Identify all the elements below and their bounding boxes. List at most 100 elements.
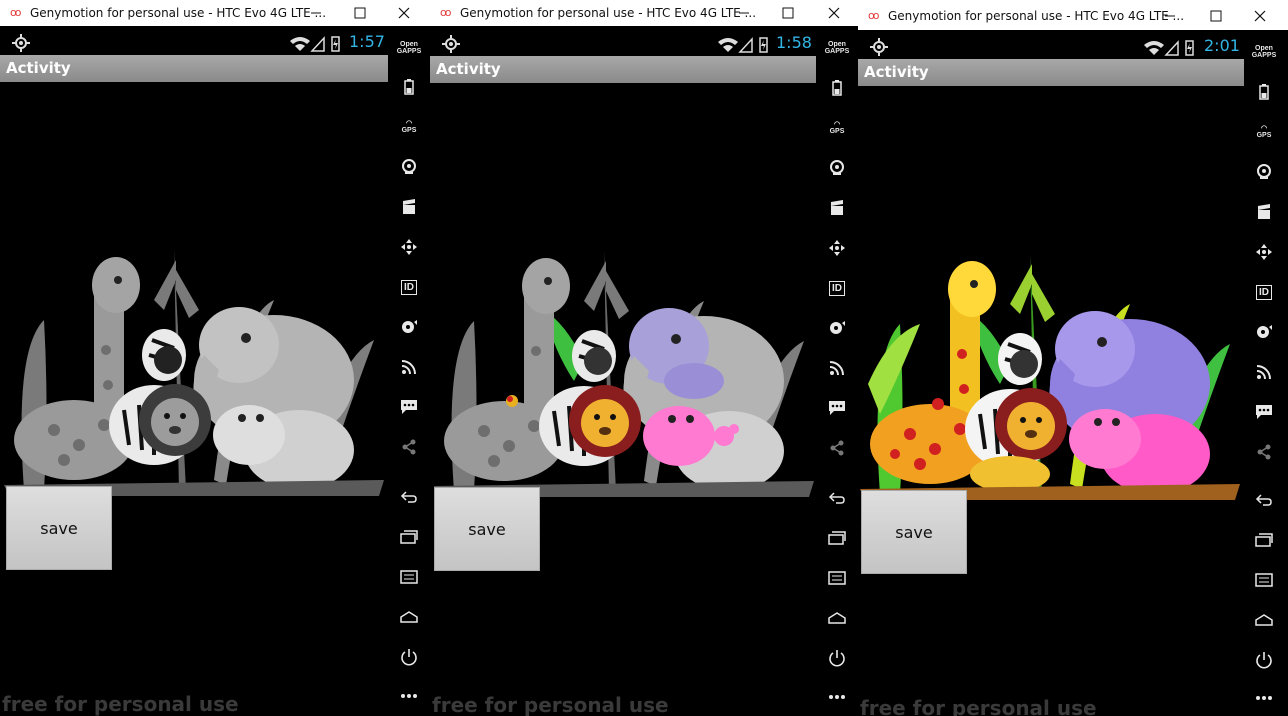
device-id-icon[interactable]: ID <box>389 275 429 299</box>
close-button[interactable] <box>812 0 856 26</box>
more-icon[interactable] <box>1244 686 1284 710</box>
emulator-window-1: oo Genymotion for personal use - HTC Evo… <box>0 0 430 716</box>
media-clapper-icon[interactable] <box>1244 200 1284 224</box>
camera-icon[interactable] <box>389 155 429 179</box>
recent-apps-icon[interactable] <box>389 525 429 549</box>
action-bar-title: Activity <box>864 63 929 81</box>
lion <box>139 384 211 456</box>
device-id-icon[interactable]: ID <box>817 276 857 300</box>
gps-icon[interactable]: ◠ GPS <box>1244 120 1284 144</box>
emulator-window-2: oo Genymotion for personal use - HTC Evo… <box>430 0 858 716</box>
action-bar: Activity <box>858 59 1244 86</box>
recent-apps-icon[interactable] <box>817 526 857 550</box>
save-button[interactable]: save <box>434 487 540 571</box>
minimize-button[interactable] <box>294 0 338 26</box>
media-clapper-icon[interactable] <box>389 195 429 219</box>
disk-io-icon[interactable] <box>389 315 429 339</box>
maximize-button[interactable] <box>1194 3 1238 29</box>
status-clock: 1:58 <box>776 33 812 52</box>
network-rss-icon[interactable] <box>389 355 429 379</box>
animal-illustration-image <box>4 250 384 496</box>
wifi-signal-battery-icon <box>716 35 772 58</box>
android-status-bar: 2:01 <box>858 32 1246 60</box>
dpad-move-icon[interactable] <box>817 236 857 260</box>
recent-apps-icon[interactable] <box>1244 528 1284 552</box>
close-button[interactable] <box>1238 3 1282 29</box>
more-icon[interactable] <box>389 684 429 708</box>
watermark-text: free for personal use <box>2 692 239 716</box>
save-button[interactable]: save <box>6 486 112 570</box>
power-icon[interactable] <box>389 645 429 669</box>
save-button[interactable]: save <box>861 490 967 574</box>
menu-icon[interactable] <box>389 565 429 589</box>
emulator-window-3: oo Genymotion for personal use - HTC Evo… <box>858 0 1288 716</box>
status-clock: 2:01 <box>1204 36 1240 55</box>
power-icon[interactable] <box>1244 648 1284 672</box>
gps-icon[interactable]: ◠ GPS <box>817 116 857 140</box>
network-rss-icon[interactable] <box>817 356 857 380</box>
gps-icon[interactable]: ◠ GPS <box>389 115 429 139</box>
maximize-button[interactable] <box>338 0 382 26</box>
action-bar-title: Activity <box>6 59 71 77</box>
genymotion-logo-icon: oo <box>868 9 880 22</box>
android-status-bar: 1:58 <box>430 29 818 57</box>
window-title-bar[interactable]: oo Genymotion for personal use - HTC Evo… <box>0 0 430 26</box>
menu-icon[interactable] <box>817 566 857 590</box>
window-title-bar[interactable]: oo Genymotion for personal use - HTC Evo… <box>858 0 1288 30</box>
watermark-text: free for personal use <box>432 693 669 716</box>
genymotion-logo-icon: oo <box>10 6 22 19</box>
home-icon[interactable] <box>817 606 857 630</box>
dpad-move-icon[interactable] <box>389 235 429 259</box>
maximize-button[interactable] <box>766 0 810 26</box>
lion <box>569 385 641 457</box>
window-title: Genymotion for personal use - HTC Evo 4G… <box>30 6 327 20</box>
menu-icon[interactable] <box>1244 568 1284 592</box>
back-icon[interactable] <box>817 486 857 510</box>
minimize-button[interactable] <box>722 0 766 26</box>
status-clock: 1:57 <box>349 32 385 51</box>
watermark-text: free for personal use <box>860 696 1097 716</box>
media-clapper-icon[interactable] <box>817 196 857 220</box>
sms-icon[interactable] <box>1244 400 1284 424</box>
share-icon[interactable] <box>1244 440 1284 464</box>
open-gapps-icon[interactable]: Open GAPPS <box>389 36 429 60</box>
more-icon[interactable] <box>817 685 857 709</box>
battery-icon[interactable] <box>389 75 429 99</box>
window-title-bar[interactable]: oo Genymotion for personal use - HTC Evo… <box>430 0 858 26</box>
action-bar: Activity <box>430 56 816 83</box>
animal-illustration-image <box>860 254 1240 500</box>
dpad-move-icon[interactable] <box>1244 240 1284 264</box>
power-icon[interactable] <box>817 646 857 670</box>
sms-icon[interactable] <box>817 396 857 420</box>
home-icon[interactable] <box>389 605 429 629</box>
sms-icon[interactable] <box>389 395 429 419</box>
open-gapps-icon[interactable]: Open GAPPS <box>1244 40 1284 64</box>
wifi-signal-battery-icon <box>288 34 344 57</box>
camera-icon[interactable] <box>1244 160 1284 184</box>
action-bar: Activity <box>0 55 388 82</box>
open-gapps-icon[interactable]: Open GAPPS <box>817 36 857 60</box>
disk-io-icon[interactable] <box>1244 320 1284 344</box>
wifi-signal-battery-icon <box>1142 38 1198 61</box>
window-title: Genymotion for personal use - HTC Evo 4G… <box>888 9 1185 23</box>
animal-illustration-image <box>434 251 814 497</box>
genymotion-toolbar: Open GAPPS ◠ GPS ID <box>817 26 857 716</box>
camera-icon[interactable] <box>817 156 857 180</box>
battery-icon[interactable] <box>817 76 857 100</box>
home-icon[interactable] <box>1244 608 1284 632</box>
genymotion-logo-icon: oo <box>440 6 452 19</box>
share-icon[interactable] <box>389 435 429 459</box>
android-status-bar: 1:57 <box>0 28 390 56</box>
back-icon[interactable] <box>1244 488 1284 512</box>
minimize-button[interactable] <box>1148 3 1192 29</box>
disk-io-icon[interactable] <box>817 316 857 340</box>
network-rss-icon[interactable] <box>1244 360 1284 384</box>
genymotion-toolbar: Open GAPPS ◠ GPS ID <box>389 26 429 716</box>
device-id-icon[interactable]: ID <box>1244 280 1284 304</box>
close-button[interactable] <box>382 0 426 26</box>
back-icon[interactable] <box>389 485 429 509</box>
share-icon[interactable] <box>817 436 857 460</box>
window-title: Genymotion for personal use - HTC Evo 4G… <box>460 6 757 20</box>
action-bar-title: Activity <box>436 60 501 78</box>
battery-icon[interactable] <box>1244 80 1284 104</box>
